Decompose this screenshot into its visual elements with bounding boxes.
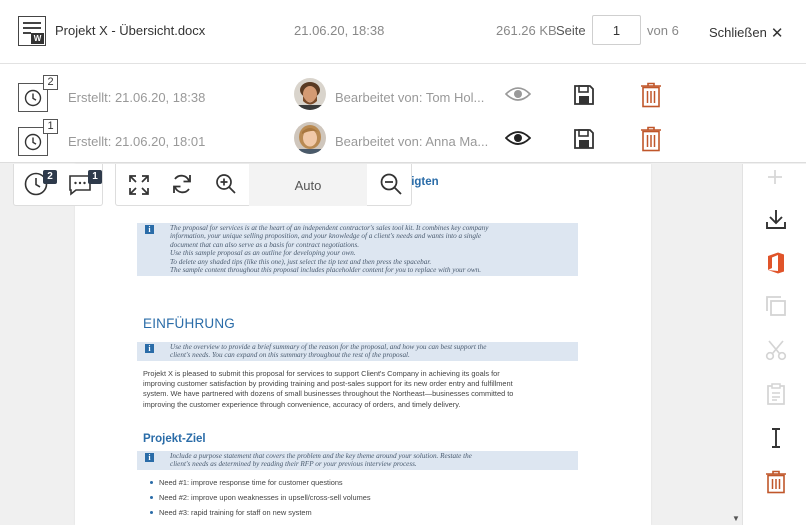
fullscreen-icon [129, 175, 149, 195]
body-line: Projekt X is pleased to submit this prop… [143, 369, 500, 378]
save-version-icon[interactable] [573, 128, 595, 155]
zoom-out-button[interactable] [379, 172, 403, 201]
tip-line: Use this sample proposal as an outline f… [170, 249, 356, 258]
version-number: 1 [43, 119, 58, 134]
view-toolbar: Auto [115, 164, 412, 206]
close-label: Schließen [709, 25, 767, 40]
cut-icon [765, 340, 787, 361]
body-line: improving the customer experience throug… [143, 399, 461, 409]
office-icon [768, 252, 784, 274]
list-item: Need #2: improve upon weaknesses in upse… [150, 493, 371, 508]
info-icon: i [145, 225, 154, 234]
view-version-eye-icon[interactable] [504, 86, 532, 107]
copy-icon [766, 296, 786, 316]
document-date: 21.06.20, 18:38 [294, 23, 385, 38]
history-badge: 2 [43, 170, 57, 184]
tip-line: To delete any shaded tips (like this one… [170, 257, 432, 266]
tip-box: i Include a purpose statement that cover… [137, 451, 578, 470]
cut-button[interactable] [765, 339, 787, 366]
text-cursor-icon [772, 428, 780, 448]
body-line: improving customer satisfaction by provi… [143, 379, 513, 389]
zoom-level-field[interactable]: Auto [249, 164, 367, 206]
panel-toolbar: 2 1 [13, 164, 103, 206]
comments-button[interactable]: 1 [68, 170, 102, 201]
word-document-icon: W [18, 16, 46, 46]
page-label: Seite [556, 23, 586, 38]
copy-button[interactable] [765, 295, 787, 322]
history-button[interactable]: 2 [24, 170, 57, 201]
fullscreen-button[interactable] [128, 174, 150, 201]
comments-badge: 1 [88, 170, 102, 184]
page-number-input[interactable] [592, 15, 641, 45]
version-row[interactable]: 1 Erstellt: 21.06.20, 18:01 Bearbeitet v… [0, 114, 806, 158]
zoom-in-icon [216, 174, 236, 194]
tip-line: client's needs. You can expand on this s… [170, 351, 410, 360]
add-button[interactable] [765, 167, 785, 192]
tip-line: Use the overview to provide a brief summ… [170, 343, 487, 351]
open-in-office-button[interactable] [765, 251, 787, 280]
body-line: system. We have partnered with dozens of… [143, 389, 514, 399]
version-clock-icon: 1 [18, 119, 58, 156]
version-created: Erstellt: 21.06.20, 18:01 [68, 134, 206, 149]
tip-line: Include a purpose statement that covers … [170, 452, 472, 460]
avatar [294, 78, 326, 110]
delete-icon [766, 470, 786, 494]
close-button[interactable]: Schließen ✕ [709, 23, 784, 42]
rotate-icon [173, 174, 191, 194]
tip-box: i Use the overview to provide a brief su… [137, 342, 578, 361]
page-count: von 6 [647, 23, 679, 38]
delete-version-icon[interactable] [640, 82, 662, 113]
version-list: 2 Erstellt: 21.06.20, 18:38 Bearbeitet v… [0, 64, 806, 163]
tip-line: information, your unique selling proposi… [170, 232, 482, 241]
delete-button[interactable] [765, 470, 787, 499]
version-clock-icon: 2 [18, 75, 58, 112]
info-icon: i [145, 453, 154, 462]
tip-line: document that can also serve as a basis … [170, 240, 360, 249]
version-editor: Bearbeitet von: Anna Ma... [335, 134, 489, 149]
paste-button[interactable] [765, 383, 787, 410]
download-icon [766, 210, 786, 229]
zoom-out-icon [380, 173, 402, 195]
version-editor: Bearbeitet von: Tom Hol... [335, 90, 485, 105]
word-letter: W [31, 33, 44, 44]
tip-box: i The proposal for services is at the he… [137, 223, 578, 276]
heading-introduction: EINFÜHRUNG [143, 316, 235, 331]
download-button[interactable] [765, 208, 787, 235]
info-icon: i [145, 344, 154, 353]
add-icon [768, 170, 782, 184]
scroll-down-arrow-icon[interactable]: ▼ [732, 514, 740, 523]
bullet-list: Need #1: improve response time for custo… [150, 478, 371, 523]
tip-line: The proposal for services is at the hear… [170, 224, 489, 232]
list-item: Need #3: rapid training for staff on new… [150, 508, 371, 523]
document-header: W Projekt X - Übersicht.docx 21.06.20, 1… [0, 0, 806, 64]
zoom-in-button[interactable] [215, 173, 237, 200]
document-filename: Projekt X - Übersicht.docx [55, 23, 206, 38]
heading-project-goal: Projekt-Ziel [143, 433, 206, 445]
tip-line: client's needs as determined by reading … [170, 460, 417, 469]
version-number: 2 [43, 75, 58, 90]
vertical-scrollbar[interactable] [728, 164, 742, 525]
list-item: Need #1: improve response time for custo… [150, 478, 371, 493]
section-heading-partial: ligten [408, 176, 439, 188]
text-select-button[interactable] [765, 427, 787, 454]
actions-sidebar [742, 164, 806, 525]
paste-icon [767, 383, 785, 405]
document-size: 261.26 KB [496, 23, 557, 38]
view-version-eye-icon[interactable] [504, 130, 532, 151]
rotate-button[interactable] [171, 173, 193, 200]
version-created: Erstellt: 21.06.20, 18:38 [68, 90, 206, 105]
tip-line: The sample content throughout this propo… [170, 266, 482, 275]
delete-version-icon[interactable] [640, 126, 662, 157]
close-icon: ✕ [770, 25, 784, 42]
body-paragraph: Projekt X is pleased to submit this prop… [143, 369, 513, 410]
avatar [294, 122, 326, 154]
version-row[interactable]: 2 Erstellt: 21.06.20, 18:38 Bearbeitet v… [0, 70, 806, 114]
save-version-icon[interactable] [573, 84, 595, 111]
